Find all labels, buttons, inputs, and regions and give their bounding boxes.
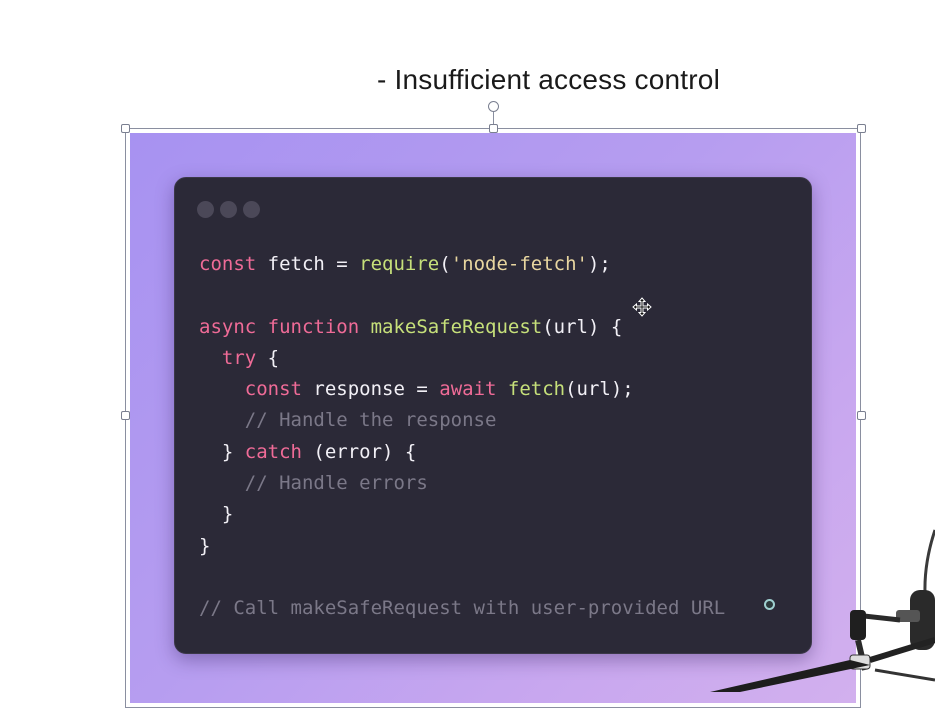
resize-handle-top-left[interactable]	[121, 124, 130, 133]
rotation-handle[interactable]	[488, 101, 499, 112]
resize-handle-middle-right[interactable]	[857, 411, 866, 420]
move-cursor-icon	[632, 297, 652, 317]
resize-handle-top-center[interactable]	[489, 124, 498, 133]
microphone-icon	[710, 529, 935, 692]
resize-handle-middle-left[interactable]	[121, 411, 130, 420]
slide-title[interactable]: - Insufficient access control	[0, 64, 935, 96]
resize-handle-top-right[interactable]	[857, 124, 866, 133]
